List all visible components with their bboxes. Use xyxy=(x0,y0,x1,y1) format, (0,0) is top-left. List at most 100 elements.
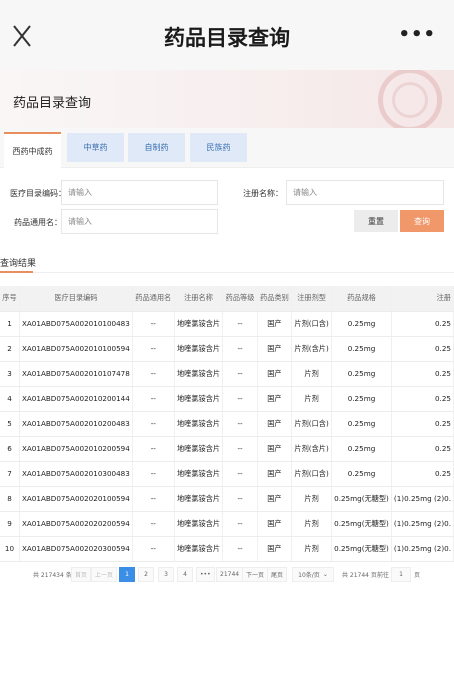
page-1-button[interactable]: 1 xyxy=(119,567,135,582)
end-page-button[interactable]: 尾页 xyxy=(267,567,288,582)
table-cell: 0.25mg xyxy=(331,361,392,387)
table-cell: 国产 xyxy=(257,461,293,487)
reset-button[interactable]: 重置 xyxy=(354,210,398,232)
more-icon[interactable]: ••• xyxy=(398,24,436,45)
table-cell: 0.25mg xyxy=(331,461,392,487)
table-cell: 国产 xyxy=(257,386,293,412)
table-cell: 地喹氯铵含片 xyxy=(174,536,224,562)
regname-label: 注册名称： xyxy=(243,189,283,198)
col-header: 药品通用名 xyxy=(132,286,175,312)
table-header-row: 序号 医疗目录编码 药品通用名 注册名称 药品等级 药品类别 注册剂型 药品规格… xyxy=(0,286,454,312)
table-cell: 0.25mg xyxy=(331,311,392,337)
code-input[interactable]: 请输入 xyxy=(61,180,218,205)
table-cell: -- xyxy=(222,386,258,412)
total-pages: 共 21744 页 xyxy=(342,572,377,579)
table-cell: 国产 xyxy=(257,336,293,362)
table-cell: 国产 xyxy=(257,311,293,337)
results-divider xyxy=(0,272,454,273)
tab-self-made[interactable]: 自制药 xyxy=(128,133,185,162)
table-cell: 地喹氯铵含片 xyxy=(174,361,224,387)
table-row[interactable]: 2 XA01ABD075A002010100594 -- 地喹氯铵含片 -- 国产 片剂(含… xyxy=(0,336,454,362)
table-cell: -- xyxy=(132,411,175,437)
table-cell: 片剂 xyxy=(291,361,333,387)
table-row[interactable]: 10 XA01ABD075A002020300594 -- 地喹氯铵含片 -- 国产 片剂 0… xyxy=(0,536,454,562)
last-page-number-button[interactable]: 21744 xyxy=(216,567,244,582)
table-cell: -- xyxy=(132,511,175,537)
generic-input[interactable]: 请输入 xyxy=(61,209,218,234)
prev-page-button[interactable]: 上一页 xyxy=(91,567,118,582)
page-3-button[interactable]: 3 xyxy=(158,567,174,582)
table-cell: -- xyxy=(222,511,258,537)
table-cell: 3 xyxy=(0,361,20,387)
col-header: 药品等级 xyxy=(222,286,258,312)
search-form: 医疗目录编码： 请输入 注册名称： 请输入 药品通用名： 请输入 重置 查询 xyxy=(0,170,454,248)
table-cell: 片剂(口含) xyxy=(291,461,333,487)
table-cell: 片剂 xyxy=(291,386,333,412)
table-row[interactable]: 5 XA01ABD075A002010200483 -- 地喹氯铵含片 -- 国产 片剂(口… xyxy=(0,411,454,437)
table-cell: -- xyxy=(222,486,258,512)
table-cell: 9 xyxy=(0,511,20,537)
table-cell: 0.25 xyxy=(391,386,454,412)
tab-western-medicine[interactable]: 西药中成药 xyxy=(4,132,61,168)
table-cell: 国产 xyxy=(257,536,293,562)
banner-title: 药品目录查询 xyxy=(13,96,92,111)
table-cell: 0.25mg(无糖型) xyxy=(331,536,392,562)
table-cell: 0.25mg xyxy=(331,386,392,412)
table-cell: 0.25mg(无糖型) xyxy=(331,486,392,512)
first-page-button[interactable]: 首页 xyxy=(71,567,92,582)
table-cell: 片剂 xyxy=(291,511,333,537)
table-cell: XA01ABD075A002020100594 xyxy=(19,486,133,512)
table-row[interactable]: 7 XA01ABD075A002010300483 -- 地喹氯铵含片 -- 国产 片剂(口… xyxy=(0,461,454,487)
per-page-select[interactable]: 10条/页 ⌄ xyxy=(292,567,334,582)
col-header: 药品规格 xyxy=(331,286,392,312)
col-header: 药品类别 xyxy=(257,286,293,312)
regname-input[interactable]: 请输入 xyxy=(286,180,444,205)
table-cell: -- xyxy=(132,386,175,412)
table-cell: -- xyxy=(222,536,258,562)
table-cell: (1)0.25mg (2)0. xyxy=(391,536,454,562)
table-cell: 10 xyxy=(0,536,20,562)
table-row[interactable]: 6 XA01ABD075A002010200594 -- 地喹氯铵含片 -- 国产 片剂(含… xyxy=(0,436,454,462)
table-row[interactable]: 1 XA01ABD075A002010100483 -- 地喹氯铵含片 -- 国产 片剂(口… xyxy=(0,311,454,337)
col-header: 注册剂型 xyxy=(291,286,333,312)
table-row[interactable]: 9 XA01ABD075A002020200594 -- 地喹氯铵含片 -- 国产 片剂 0.… xyxy=(0,511,454,537)
table-cell: -- xyxy=(132,361,175,387)
col-header: 序号 xyxy=(0,286,20,312)
table-cell: 片剂(含片) xyxy=(291,336,333,362)
table-cell: -- xyxy=(132,486,175,512)
table-cell: -- xyxy=(222,336,258,362)
table-cell: XA01ABD075A002010200594 xyxy=(19,436,133,462)
more-pages-button[interactable]: ••• xyxy=(196,567,215,582)
table-cell: -- xyxy=(132,461,175,487)
table-cell: XA01ABD075A002010300483 xyxy=(19,461,133,487)
next-page-button[interactable]: 下一页 xyxy=(242,567,269,582)
table-row[interactable]: 4 XA01ABD075A002010200144 -- 地喹氯铵含片 -- 国产 片剂 0.… xyxy=(0,386,454,412)
table-cell: 0.25 xyxy=(391,311,454,337)
table-cell: 5 xyxy=(0,411,20,437)
table-row[interactable]: 8 XA01ABD075A002020100594 -- 地喹氯铵含片 -- 国产 片剂 0.… xyxy=(0,486,454,512)
tab-chinese-herbal[interactable]: 中草药 xyxy=(67,133,124,162)
goto-input[interactable]: 1 xyxy=(391,567,411,582)
table-cell: 片剂(含片) xyxy=(291,436,333,462)
page-2-button[interactable]: 2 xyxy=(138,567,154,582)
tab-ethnic-medicine[interactable]: 民族药 xyxy=(190,133,247,162)
table-cell: 0.25mg xyxy=(331,436,392,462)
table-cell: 0.25 xyxy=(391,411,454,437)
results-underline xyxy=(0,271,33,273)
table-cell: 地喹氯铵含片 xyxy=(174,461,224,487)
table-cell: -- xyxy=(132,436,175,462)
table-cell: 国产 xyxy=(257,511,293,537)
table-cell: 2 xyxy=(0,336,20,362)
table-row[interactable]: 3 XA01ABD075A002010107478 -- 地喹氯铵含片 -- 国产 片剂 0.… xyxy=(0,361,454,387)
table-cell: 7 xyxy=(0,461,20,487)
table-cell: -- xyxy=(222,411,258,437)
table-cell: -- xyxy=(132,536,175,562)
generic-label: 药品通用名： xyxy=(14,218,62,227)
table-cell: 0.25mg xyxy=(331,336,392,362)
table-cell: 国产 xyxy=(257,411,293,437)
page-4-button[interactable]: 4 xyxy=(177,567,193,582)
query-button[interactable]: 查询 xyxy=(400,210,444,232)
table-cell: -- xyxy=(222,361,258,387)
table-cell: 4 xyxy=(0,386,20,412)
table-cell: 地喹氯铵含片 xyxy=(174,411,224,437)
